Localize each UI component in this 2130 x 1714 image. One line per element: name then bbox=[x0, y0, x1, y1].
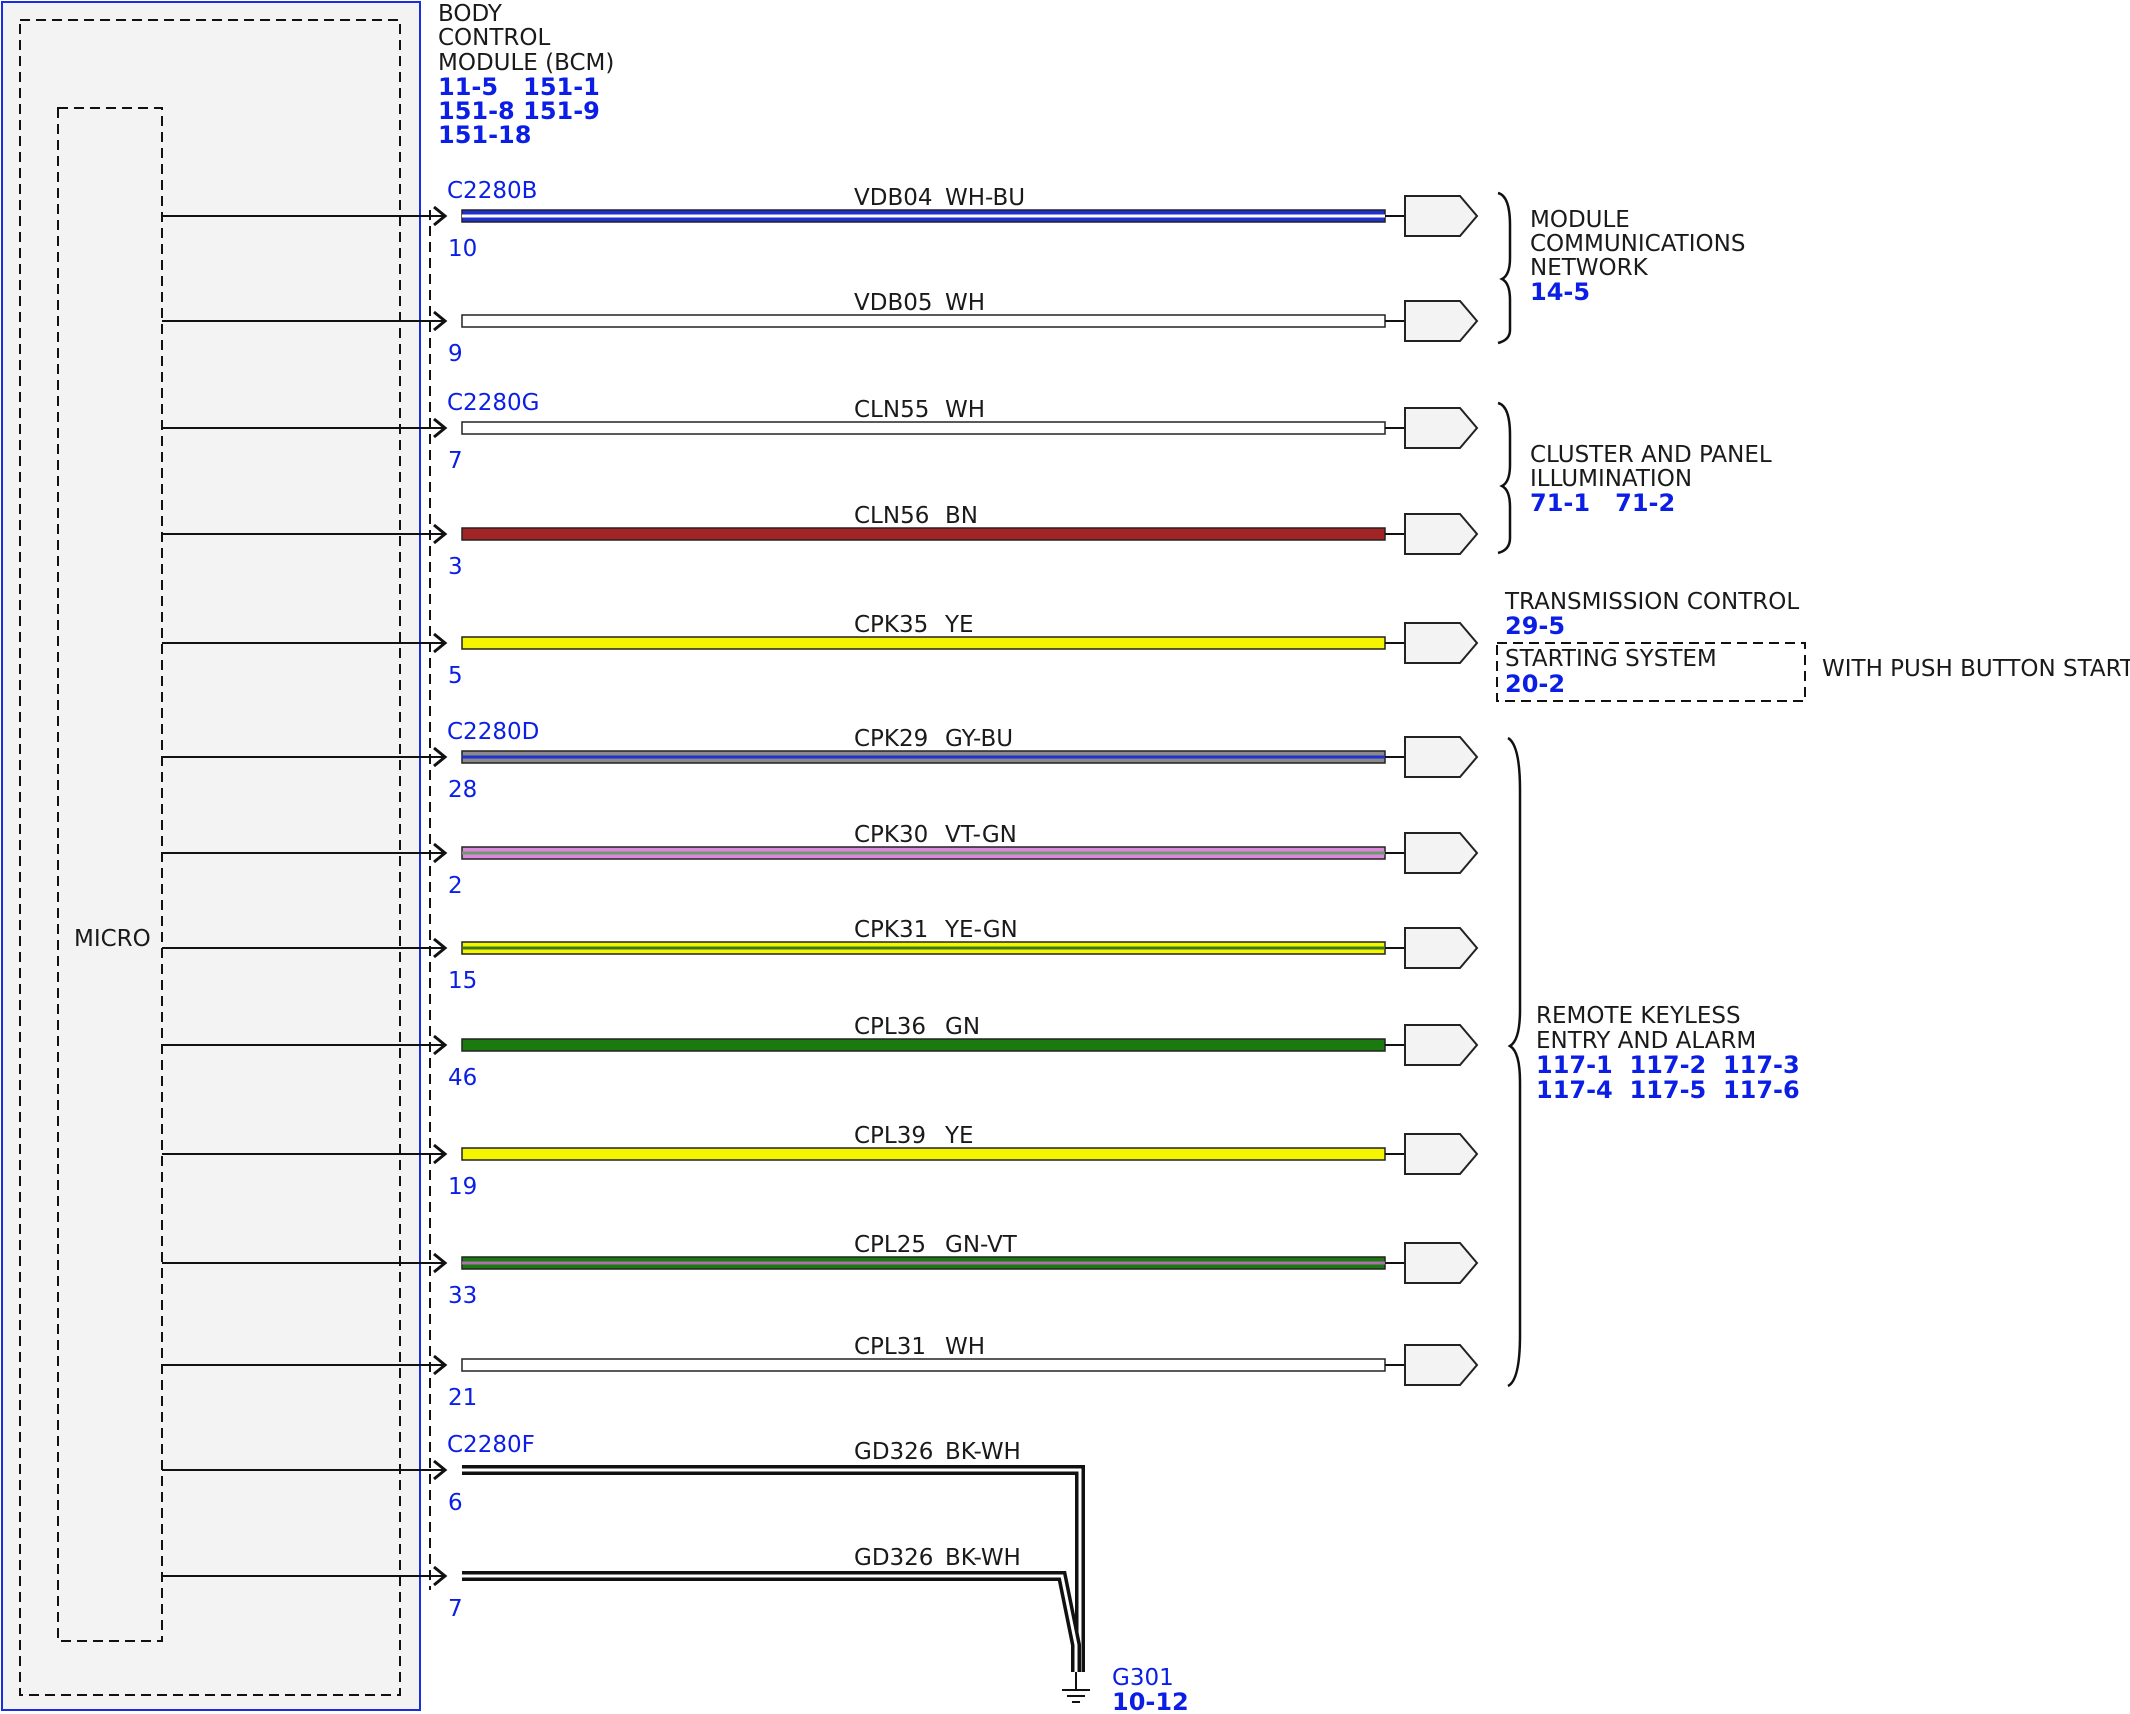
wire-9-wire bbox=[461, 1147, 1386, 1161]
wire-11-circuit-label: CPL31 bbox=[854, 1334, 926, 1360]
dest-starting-ref[interactable]: 20-2 bbox=[1505, 670, 1565, 698]
wire-10-terminal-arrow[interactable] bbox=[1404, 1242, 1479, 1284]
wire-0-terminal-arrow[interactable] bbox=[1404, 195, 1479, 237]
wire-2-pin-number: 7 bbox=[448, 448, 463, 474]
wire-5-terminal-arrow[interactable] bbox=[1404, 736, 1479, 778]
wire-8-wire bbox=[461, 1038, 1386, 1052]
wire-2-color-label: WH bbox=[945, 397, 985, 423]
module-name-line-1: BODY bbox=[438, 1, 503, 27]
dest-module-comm-line-1: MODULE bbox=[1530, 207, 1630, 233]
wire-6-circuit-label: CPK30 bbox=[854, 822, 928, 848]
wire-1-terminal-arrow[interactable] bbox=[1404, 300, 1479, 342]
brace-cluster bbox=[1497, 401, 1512, 555]
wire-6-pin-number: 2 bbox=[448, 873, 463, 899]
dest-cluster-line-1: CLUSTER AND PANEL bbox=[1530, 442, 1772, 468]
wire-2-wire bbox=[461, 421, 1386, 435]
wire-13-pin-number: 7 bbox=[448, 1596, 463, 1622]
wire-3-color-label: BN bbox=[945, 503, 978, 529]
wire-3-circuit-label: CLN56 bbox=[854, 503, 929, 529]
wire-5-circuit-label: CPK29 bbox=[854, 726, 928, 752]
wire-2-connector-id[interactable]: C2280G bbox=[447, 390, 539, 416]
wire-6-color-label: VT-GN bbox=[945, 822, 1017, 848]
wiring-diagram: MICRO BODY CONTROL MODULE (BCM) 11-5 151… bbox=[1, 1, 2130, 1714]
module-ref-line-3[interactable]: 151-18 bbox=[438, 121, 531, 149]
wire-5-wire-stripe bbox=[462, 755, 1385, 759]
wire-13-wire-outline bbox=[462, 1571, 1081, 1672]
dest-cluster-ref[interactable]: 71-1 71-2 bbox=[1530, 489, 1675, 517]
wire-3-wire bbox=[461, 527, 1386, 541]
wire-4-circuit-label: CPK35 bbox=[854, 612, 928, 638]
wire-1-pin-number: 9 bbox=[448, 341, 463, 367]
wire-13-circuit-label: GD326 bbox=[854, 1545, 933, 1571]
wire-11-color-label: WH bbox=[945, 1334, 985, 1360]
dest-remote-ref-1[interactable]: 117-1 117-2 117-3 bbox=[1536, 1051, 1800, 1079]
wire-4-color-label: YE bbox=[944, 612, 974, 638]
dest-starting-line-1: STARTING SYSTEM bbox=[1505, 646, 1717, 672]
wire-10-circuit-label: CPL25 bbox=[854, 1232, 926, 1258]
wire-1-color-label: WH bbox=[945, 290, 985, 316]
wire-5-connector-id[interactable]: C2280D bbox=[447, 719, 539, 745]
wire-4-wire bbox=[461, 636, 1386, 650]
wire-0-pin-number: 10 bbox=[448, 236, 477, 262]
wire-5-color-label: GY-BU bbox=[945, 726, 1013, 752]
wire-9-color-label: YE bbox=[944, 1123, 974, 1149]
wire-0-connector-id[interactable]: C2280B bbox=[447, 178, 537, 204]
wire-1-circuit-label: VDB05 bbox=[854, 290, 933, 316]
wire-13-wire-core bbox=[462, 1574, 1078, 1672]
wire-3-pin-number: 3 bbox=[448, 554, 463, 580]
bcm-module-box bbox=[1, 1, 421, 1711]
wire-12-color-label: BK-WH bbox=[945, 1439, 1021, 1465]
wire-7-circuit-label: CPK31 bbox=[854, 917, 928, 943]
wire-12-circuit-label: GD326 bbox=[854, 1439, 933, 1465]
dest-module-comm-line-2: COMMUNICATIONS bbox=[1530, 231, 1745, 257]
wire-9-circuit-label: CPL39 bbox=[854, 1123, 926, 1149]
wire-11-pin-number: 21 bbox=[448, 1385, 477, 1411]
wire-0-color-label: WH-BU bbox=[945, 185, 1025, 211]
wire-11-terminal-arrow[interactable] bbox=[1404, 1344, 1479, 1386]
wire-6-terminal-arrow[interactable] bbox=[1404, 832, 1479, 874]
wire-6-wire-stripe bbox=[462, 851, 1385, 855]
wire-5-pin-number: 28 bbox=[448, 777, 477, 803]
wire-13-color-label: BK-WH bbox=[945, 1545, 1021, 1571]
option-note: WITH PUSH BUTTON START bbox=[1822, 656, 2130, 682]
brace-remote-keyless bbox=[1507, 736, 1522, 1388]
wire-7-terminal-arrow[interactable] bbox=[1404, 927, 1479, 969]
wire-9-terminal-arrow[interactable] bbox=[1404, 1133, 1479, 1175]
dest-transmission-ref[interactable]: 29-5 bbox=[1505, 612, 1565, 640]
wire-2-terminal-arrow[interactable] bbox=[1404, 407, 1479, 449]
wire-0-circuit-label: VDB04 bbox=[854, 185, 933, 211]
wire-8-color-label: GN bbox=[945, 1014, 980, 1040]
brace-module-comm bbox=[1497, 191, 1512, 345]
wire-10-wire-stripe bbox=[462, 1261, 1385, 1265]
wire-4-terminal-arrow[interactable] bbox=[1404, 622, 1479, 664]
module-name-line-2: CONTROL bbox=[438, 25, 551, 51]
wire-7-color-label: YE-GN bbox=[944, 917, 1018, 943]
wire-7-wire-stripe bbox=[462, 946, 1385, 950]
wire-2-circuit-label: CLN55 bbox=[854, 397, 929, 423]
wire-8-terminal-arrow[interactable] bbox=[1404, 1024, 1479, 1066]
wire-9-pin-number: 19 bbox=[448, 1174, 477, 1200]
wire-1-wire bbox=[461, 314, 1386, 328]
wire-8-pin-number: 46 bbox=[448, 1065, 477, 1091]
wire-8-circuit-label: CPL36 bbox=[854, 1014, 926, 1040]
wire-10-color-label: GN-VT bbox=[945, 1232, 1018, 1258]
wire-7-pin-number: 15 bbox=[448, 968, 477, 994]
wire-12-connector-id[interactable]: C2280F bbox=[447, 1432, 535, 1458]
ground-ref[interactable]: 10-12 bbox=[1112, 1688, 1189, 1714]
dest-module-comm-ref[interactable]: 14-5 bbox=[1530, 278, 1590, 306]
wire-3-terminal-arrow[interactable] bbox=[1404, 513, 1479, 555]
dest-remote-ref-2[interactable]: 117-4 117-5 117-6 bbox=[1536, 1076, 1800, 1104]
wire-4-pin-number: 5 bbox=[448, 663, 463, 689]
wire-0-wire-stripe bbox=[462, 214, 1385, 218]
micro-label: MICRO bbox=[74, 926, 151, 952]
wire-11-wire bbox=[461, 1358, 1386, 1372]
wire-12-pin-number: 6 bbox=[448, 1490, 463, 1516]
dest-remote-line-1: REMOTE KEYLESS bbox=[1536, 1003, 1741, 1029]
wire-10-pin-number: 33 bbox=[448, 1283, 477, 1309]
